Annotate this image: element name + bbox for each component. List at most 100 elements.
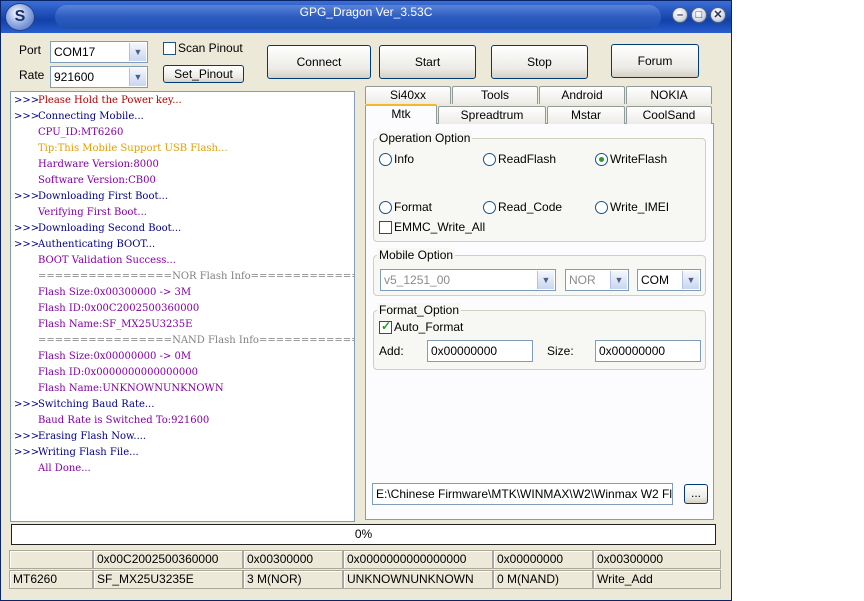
chevron-down-icon[interactable]: ▼ — [537, 271, 554, 289]
firmware-path-input[interactable]: E:\Chinese Firmware\MTK\WINMAX\W2\Winmax… — [372, 483, 673, 505]
log-prefix: >>> — [14, 447, 40, 458]
status-cell: 0x00300000 — [593, 550, 721, 569]
log-prefix: >>> — [14, 191, 40, 202]
radio-readflash[interactable] — [483, 153, 496, 166]
progress-bar: 0% — [11, 524, 716, 545]
status-cell: 0x00000000 — [493, 550, 593, 569]
log-line: Baud Rate is Switched To:921600 — [38, 415, 210, 426]
log-line: Authenticating BOOT... — [38, 239, 156, 250]
log-line: Connecting Mobile... — [38, 111, 144, 122]
emmc-write-all-label: EMMC_Write_All — [394, 220, 486, 234]
log-line: Verifying First Boot... — [38, 207, 147, 218]
progress-text: 0% — [354, 527, 373, 541]
auto-format-checkbox[interactable] — [379, 319, 392, 334]
log-line: Writing Flash File... — [38, 447, 139, 458]
port-value: COM17 — [54, 45, 96, 59]
status-cell: Write_Add — [593, 570, 721, 589]
mobile-option-title: Mobile Option — [377, 248, 456, 262]
set-pinout-button[interactable]: Set_Pinout — [163, 65, 244, 83]
log-line: Flash Size:0x00300000 -> 3M — [38, 287, 192, 298]
log-prefix: >>> — [14, 223, 40, 234]
status-cell — [9, 550, 93, 569]
chevron-down-icon[interactable]: ▼ — [129, 43, 146, 61]
size-label: Size: — [547, 344, 574, 358]
status-row-1: 0x00C2002500360000 0x00300000 0x0000000000… — [9, 550, 721, 569]
radio-label: Info — [394, 152, 415, 166]
conn-type-select[interactable]: COM ▼ — [637, 269, 701, 291]
tab-si40xx[interactable]: Si40xx — [365, 86, 451, 104]
stop-button[interactable]: Stop — [491, 45, 588, 79]
status-cell: 0x00C2002500360000 — [93, 550, 243, 569]
minimize-icon[interactable]: – — [672, 7, 688, 23]
radio-write-imei[interactable] — [595, 201, 608, 214]
tab-nokia[interactable]: NOKIA — [626, 86, 712, 104]
log-line: Software Version:CB00 — [38, 175, 156, 186]
add-label: Add: — [379, 344, 404, 358]
rate-select[interactable]: 921600 ▼ — [50, 66, 148, 88]
log-line: All Done... — [38, 463, 91, 474]
log-line: Tip:This Mobile Support USB Flash... — [38, 143, 228, 154]
browse-button[interactable]: ... — [684, 484, 708, 504]
size-input[interactable]: 0x00000000 — [595, 340, 701, 362]
rate-value: 921600 — [54, 70, 95, 84]
scan-pinout-checkbox[interactable] — [163, 42, 176, 55]
log-line: BOOT Validation Success... — [38, 255, 176, 266]
status-row-2: MT6260 SF_MX25U3235E 3 M(NOR) UNKNOWNUNKNOW… — [9, 570, 721, 589]
chevron-down-icon[interactable]: ▼ — [610, 271, 627, 289]
log-line: Downloading Second Boot... — [38, 223, 182, 234]
status-cell: MT6260 — [9, 570, 93, 589]
log-line: Flash Name:UNKNOWNUNKNOWN — [38, 383, 224, 394]
format-option-title: Format_Option — [377, 303, 462, 317]
chevron-down-icon[interactable]: ▼ — [682, 271, 699, 289]
radio-format[interactable] — [379, 201, 392, 214]
tab-mstar[interactable]: Mstar — [547, 106, 625, 124]
status-cell: 0x00300000 — [243, 550, 343, 569]
radio-writeflash[interactable] — [595, 153, 608, 166]
operation-option-title: Operation Option — [377, 131, 473, 145]
mobile-model-value: v5_1251_00 — [384, 273, 451, 287]
emmc-write-all-checkbox[interactable] — [379, 221, 392, 234]
log-prefix: >>> — [14, 431, 40, 442]
tab-tools[interactable]: Tools — [452, 86, 538, 104]
radio-info[interactable] — [379, 153, 392, 166]
tab-coolsand[interactable]: CoolSand — [626, 106, 712, 124]
radio-label: WriteFlash — [610, 152, 668, 166]
status-cell: 0 M(NAND) — [493, 570, 593, 589]
tab-spreadtrum[interactable]: Spreadtrum — [438, 106, 546, 124]
log-prefix: >>> — [14, 95, 40, 106]
log-output[interactable]: >>> Please Hold the Power key... >>> Connec… — [10, 91, 355, 522]
rate-label: Rate — [19, 68, 45, 82]
scan-pinout-label: Scan Pinout — [178, 41, 243, 55]
flash-type-value: NOR — [569, 273, 596, 287]
mobile-model-select[interactable]: v5_1251_00 ▼ — [380, 269, 556, 291]
forum-button[interactable]: Forum — [611, 44, 699, 78]
close-icon[interactable]: ✕ — [710, 7, 726, 23]
log-line: Flash ID:0x0000000000000000 — [38, 367, 198, 378]
radio-label: ReadFlash — [498, 152, 557, 166]
start-button[interactable]: Start — [379, 45, 476, 79]
port-select[interactable]: COM17 ▼ — [50, 41, 148, 63]
conn-type-value: COM — [641, 273, 669, 287]
status-cell: SF_MX25U3235E — [93, 570, 243, 589]
auto-format-label: Auto_Format — [394, 320, 464, 334]
radio-label: Format — [394, 200, 433, 214]
log-prefix: >>> — [14, 239, 40, 250]
app-window: S GPG_Dragon Ver_3.53C – □ ✕ Port COM17 … — [0, 0, 732, 601]
log-line: Flash Name:SF_MX25U3235E — [38, 319, 193, 330]
log-line: ================NAND Flash Info=========… — [38, 335, 354, 346]
chevron-down-icon[interactable]: ▼ — [129, 68, 146, 86]
window-title: GPG_Dragon Ver_3.53C — [299, 5, 433, 19]
add-input[interactable]: 0x00000000 — [427, 340, 533, 362]
flash-type-select[interactable]: NOR ▼ — [565, 269, 629, 291]
title-bar[interactable]: S GPG_Dragon Ver_3.53C – □ ✕ — [1, 1, 731, 33]
log-line: Hardware Version:8000 — [38, 159, 159, 170]
log-line: ================NOR Flash Info==========… — [38, 271, 354, 282]
radio-read-code[interactable] — [483, 201, 496, 214]
status-cell: 0x0000000000000000 — [343, 550, 493, 569]
tab-mtk[interactable]: Mtk — [365, 104, 437, 124]
connect-button[interactable]: Connect — [267, 45, 371, 79]
log-line: Flash Size:0x00000000 -> 0M — [38, 351, 192, 362]
tab-android[interactable]: Android — [539, 86, 625, 104]
radio-label: Write_IMEI — [610, 200, 670, 214]
maximize-icon[interactable]: □ — [691, 7, 707, 23]
